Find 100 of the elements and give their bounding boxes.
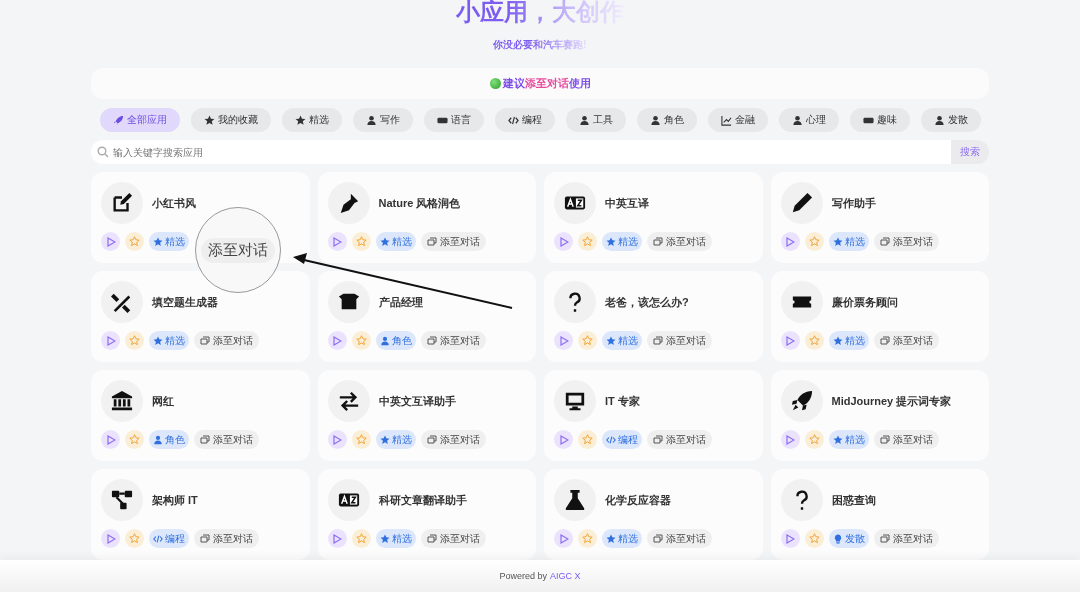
add-to-chat-button[interactable]: 添至对话 (647, 430, 712, 449)
favorite-button[interactable] (125, 331, 144, 350)
favorite-button[interactable] (578, 232, 597, 251)
add-to-chat-button[interactable]: 添至对话 (420, 331, 486, 350)
chat-icon (879, 335, 890, 346)
tag-label: 精选 (618, 333, 638, 348)
run-button[interactable] (101, 331, 120, 350)
category-tab[interactable]: 我的收藏 (190, 108, 271, 132)
category-icon (203, 114, 215, 126)
app-card[interactable]: MidJourney 提示词专家 精选 添至对话 (770, 370, 989, 461)
category-tab[interactable]: 全部应用 (99, 108, 180, 132)
app-card[interactable]: Nature 风格润色 精选 添至对话 (317, 172, 536, 263)
chat-icon (879, 533, 890, 544)
star-icon (582, 236, 593, 247)
app-card[interactable]: 填空题生成器 精选 添至对话 (91, 271, 310, 362)
run-button[interactable] (101, 529, 120, 548)
favorite-button[interactable] (351, 430, 371, 449)
chat-icon (200, 533, 210, 544)
app-card[interactable]: 网红 角色 添至对话 (91, 370, 310, 461)
app-title: 产品经理 (378, 294, 423, 310)
category-tab[interactable]: 编程 (494, 108, 555, 132)
app-card[interactable]: IT 专家 编程 添至对话 (544, 370, 763, 461)
run-button[interactable] (327, 232, 347, 251)
favorite-button[interactable] (578, 331, 597, 350)
app-card[interactable]: 中英互译 精选 添至对话 (544, 172, 763, 263)
play-icon (785, 434, 795, 445)
favorite-button[interactable] (804, 331, 824, 350)
run-button[interactable] (780, 232, 800, 251)
app-card[interactable]: 科研文章翻译助手 精选 添至对话 (317, 469, 536, 560)
app-card[interactable]: 困惑查询 发散 添至对话 (770, 469, 989, 560)
app-card[interactable]: 架构师 IT 编程 添至对话 (91, 469, 310, 560)
run-button[interactable] (780, 430, 800, 449)
add-to-chat-button[interactable]: 添至对话 (647, 331, 712, 350)
app-card[interactable]: 中英文互译助手 精选 添至对话 (317, 370, 536, 461)
add-to-chat-button[interactable]: 添至对话 (194, 529, 259, 548)
run-button[interactable] (327, 529, 347, 548)
app-card[interactable]: 廉价票务顾问 精选 添至对话 (770, 271, 989, 362)
run-button[interactable] (554, 529, 573, 548)
star-icon (582, 335, 593, 346)
favorite-button[interactable] (125, 430, 144, 449)
category-tab[interactable]: 写作 (352, 108, 413, 132)
run-button[interactable] (101, 232, 120, 251)
swap-icon (337, 390, 360, 412)
add-to-chat-button[interactable]: 添至对话 (420, 529, 486, 548)
run-button[interactable] (327, 331, 347, 350)
add-to-chat-button[interactable]: 添至对话 (873, 232, 939, 251)
favorite-button[interactable] (804, 529, 824, 548)
tag-label: 发散 (844, 531, 865, 546)
tag-label: 精选 (618, 531, 638, 546)
star-icon (379, 533, 390, 544)
run-button[interactable] (327, 430, 347, 449)
add-to-chat-button[interactable]: 添至对话 (647, 529, 712, 548)
user-icon (153, 434, 163, 445)
favorite-button[interactable] (351, 232, 371, 251)
category-tab[interactable]: 工具 (565, 108, 626, 132)
app-card[interactable]: 化学反应容器 精选 添至对话 (544, 469, 763, 560)
run-button[interactable] (101, 430, 120, 449)
star-icon (606, 533, 616, 544)
play-icon (332, 533, 342, 544)
search-field[interactable]: 输入关键字搜索应用 (91, 140, 951, 164)
run-button[interactable] (554, 331, 573, 350)
app-card[interactable]: 产品经理 角色 添至对话 (317, 271, 536, 362)
favorite-button[interactable] (351, 331, 371, 350)
footer-link[interactable]: AIGC X (550, 571, 581, 581)
add-to-chat-button[interactable]: 添至对话 (194, 331, 259, 350)
category-tab[interactable]: 发散 (920, 108, 981, 132)
bank-icon (111, 390, 133, 412)
category-tab[interactable]: 精选 (281, 108, 342, 132)
category-tab[interactable]: 语言 (423, 108, 484, 132)
category-tab[interactable]: 角色 (636, 108, 697, 132)
play-icon (105, 236, 116, 247)
category-icon (578, 114, 590, 126)
favorite-button[interactable] (804, 232, 824, 251)
favorite-button[interactable] (578, 529, 597, 548)
run-button[interactable] (780, 331, 800, 350)
add-to-chat-button[interactable]: 添至对话 (194, 430, 259, 449)
app-title: 写作助手 (831, 195, 876, 211)
app-card[interactable]: 老爸，该怎么办? 精选 添至对话 (544, 271, 763, 362)
run-button[interactable] (554, 232, 573, 251)
favorite-button[interactable] (125, 529, 144, 548)
category-tab[interactable]: 金融 (707, 108, 768, 132)
add-to-chat-button[interactable]: 添至对话 (873, 331, 939, 350)
add-to-chat-button[interactable]: 添至对话 (420, 232, 486, 251)
favorite-button[interactable] (578, 430, 597, 449)
category-tab[interactable]: 心理 (778, 108, 839, 132)
add-to-chat-button[interactable]: 添至对话 (647, 232, 712, 251)
category-tab[interactable]: 趣味 (849, 108, 910, 132)
favorite-button[interactable] (804, 430, 824, 449)
tools-icon (111, 291, 133, 313)
play-icon (105, 434, 116, 445)
add-to-chat-button[interactable]: 添至对话 (420, 430, 486, 449)
add-to-chat-button[interactable]: 添至对话 (873, 529, 939, 548)
app-card[interactable]: 写作助手 精选 添至对话 (770, 172, 989, 263)
run-button[interactable] (780, 529, 800, 548)
add-to-chat-button[interactable]: 添至对话 (873, 430, 939, 449)
app-title: IT 专家 (605, 393, 640, 409)
favorite-button[interactable] (125, 232, 144, 251)
run-button[interactable] (554, 430, 573, 449)
app-title: 填空题生成器 (152, 294, 218, 310)
favorite-button[interactable] (351, 529, 371, 548)
